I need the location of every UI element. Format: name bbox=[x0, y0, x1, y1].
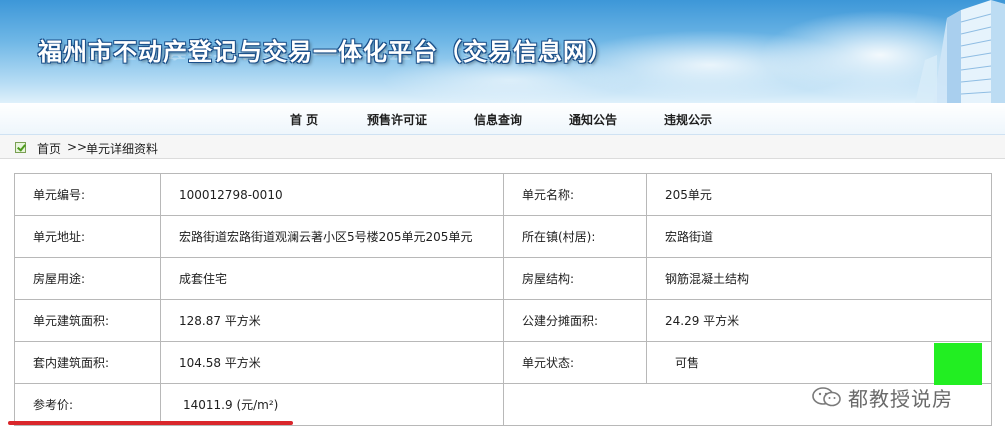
table-row: 单元编号: 100012798-0010 单元名称: 205单元 bbox=[14, 173, 992, 216]
breadcrumb-home-link[interactable]: 首页 bbox=[37, 140, 61, 157]
breadcrumb-separator: >> bbox=[67, 140, 88, 154]
status-indicator-block bbox=[934, 343, 982, 385]
wechat-icon bbox=[812, 387, 841, 407]
build-area-value: 128.87 平方米 bbox=[160, 299, 504, 342]
inner-area-value: 104.58 平方米 bbox=[160, 341, 504, 384]
building-illustration bbox=[915, 0, 1005, 103]
nav-info-query[interactable]: 信息查询 bbox=[474, 111, 522, 128]
breadcrumb-current: 单元详细资料 bbox=[86, 142, 159, 156]
breadcrumb: 首页 >> 单元详细资料 bbox=[0, 135, 1005, 159]
table-row: 套内建筑面积: 104.58 平方米 单元状态: 可售 bbox=[14, 341, 992, 384]
watermark-text: 都教授说房 bbox=[848, 386, 953, 411]
empty-cell bbox=[503, 383, 647, 426]
table-row: 单元建筑面积: 128.87 平方米 公建分摊面积: 24.29 平方米 bbox=[14, 299, 992, 342]
table-row: 单元地址: 宏路街道宏路街道观澜云著小区5号楼205单元205单元 所在镇(村居… bbox=[14, 215, 992, 258]
checkbox-icon bbox=[15, 142, 26, 153]
main-nav: 首 页 预售许可证 信息查询 通知公告 违规公示 bbox=[0, 103, 1005, 135]
status-label: 单元状态: bbox=[503, 341, 647, 384]
wechat-watermark: 都教授说房 bbox=[812, 382, 953, 412]
structure-value: 钢筋混凝土结构 bbox=[646, 257, 992, 300]
shared-area-value: 24.29 平方米 bbox=[646, 299, 992, 342]
usage-label: 房屋用途: bbox=[14, 257, 161, 300]
shared-area-label: 公建分摊面积: bbox=[503, 299, 647, 342]
unit-name-value: 205单元 bbox=[646, 173, 992, 216]
inner-area-label: 套内建筑面积: bbox=[14, 341, 161, 384]
nav-home[interactable]: 首 页 bbox=[290, 111, 318, 128]
nav-notices[interactable]: 通知公告 bbox=[569, 111, 617, 128]
address-value: 宏路街道宏路街道观澜云著小区5号楼205单元205单元 bbox=[160, 215, 504, 258]
town-label: 所在镇(村居): bbox=[503, 215, 647, 258]
address-label: 单元地址: bbox=[14, 215, 161, 258]
site-title: 福州市不动产登记与交易一体化平台（交易信息网） bbox=[38, 38, 613, 66]
unit-name-label: 单元名称: bbox=[503, 173, 647, 216]
site-banner: 福州市不动产登记与交易一体化平台（交易信息网） 福州市不动产登记与交易一体化平台… bbox=[0, 0, 1005, 103]
price-label: 参考价: bbox=[14, 383, 161, 426]
build-area-label: 单元建筑面积: bbox=[14, 299, 161, 342]
price-value: 14011.9 (元/m²) bbox=[160, 383, 504, 426]
unit-no-label: 单元编号: bbox=[14, 173, 161, 216]
unit-no-value: 100012798-0010 bbox=[160, 173, 504, 216]
town-value: 宏路街道 bbox=[646, 215, 992, 258]
nav-presale-permit[interactable]: 预售许可证 bbox=[367, 111, 427, 128]
usage-value: 成套住宅 bbox=[160, 257, 504, 300]
table-row: 房屋用途: 成套住宅 房屋结构: 钢筋混凝土结构 bbox=[14, 257, 992, 300]
structure-label: 房屋结构: bbox=[503, 257, 647, 300]
nav-violations[interactable]: 违规公示 bbox=[664, 111, 712, 128]
highlight-underline bbox=[8, 421, 293, 425]
